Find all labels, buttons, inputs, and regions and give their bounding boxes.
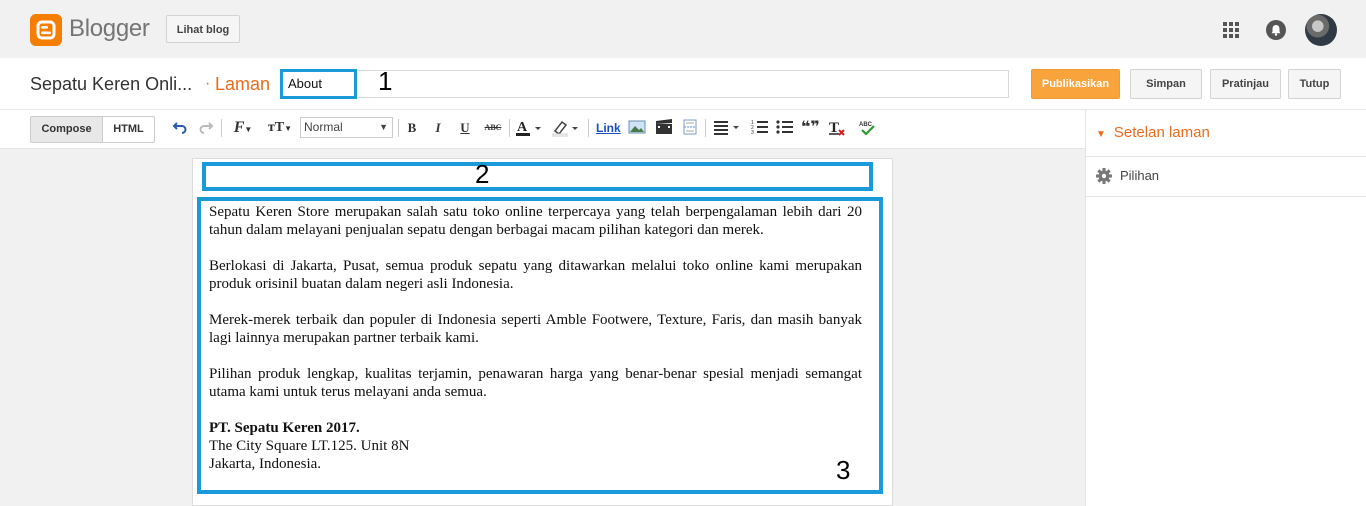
publish-button[interactable]: Publikasikan xyxy=(1031,69,1120,99)
avatar[interactable] xyxy=(1305,14,1337,46)
chevron-down-icon: ▼ xyxy=(379,122,388,132)
strikethrough-button[interactable]: ABC xyxy=(482,119,504,137)
undo-icon[interactable] xyxy=(171,119,189,137)
redo-icon[interactable] xyxy=(197,119,215,137)
gear-icon[interactable] xyxy=(1096,168,1112,184)
underline-button[interactable]: U xyxy=(457,119,473,137)
notifications-icon[interactable] xyxy=(1266,20,1286,40)
preview-button[interactable]: Pratinjau xyxy=(1210,69,1281,99)
page-title-input[interactable]: About xyxy=(280,69,357,99)
italic-button[interactable]: I xyxy=(430,119,446,137)
tab-html[interactable]: HTML xyxy=(102,116,155,143)
bold-button[interactable]: B xyxy=(404,119,420,137)
page-settings-header[interactable]: ▼ Setelan laman xyxy=(1096,124,1210,141)
svg-text:A: A xyxy=(517,120,528,135)
format-select[interactable]: Normal ▼ xyxy=(300,117,393,138)
image-icon[interactable] xyxy=(628,119,646,137)
apps-grid-icon[interactable] xyxy=(1222,21,1240,39)
toolbar-separator xyxy=(509,119,510,137)
jump-break-icon[interactable] xyxy=(681,119,699,137)
bullet-list-icon[interactable] xyxy=(776,119,794,137)
video-icon[interactable] xyxy=(655,119,673,137)
annotation-number-3: 3 xyxy=(836,455,851,485)
save-button[interactable]: Simpan xyxy=(1130,69,1202,99)
annotation-box-2 xyxy=(202,162,873,191)
font-size-icon[interactable]: тT▼ xyxy=(264,119,296,137)
font-family-icon[interactable]: F▼ xyxy=(228,119,258,137)
numbered-list-icon[interactable]: 123 xyxy=(751,119,769,137)
link-button[interactable]: Link xyxy=(596,119,621,137)
divider xyxy=(1086,196,1366,197)
text-color-icon[interactable]: A xyxy=(515,119,545,137)
format-select-value: Normal xyxy=(304,120,343,134)
divider xyxy=(1086,156,1366,157)
view-blog-button[interactable]: Lihat blog xyxy=(166,15,240,43)
svg-text:3: 3 xyxy=(751,130,754,135)
toolbar-separator xyxy=(588,119,589,137)
highlight-color-icon[interactable] xyxy=(552,119,582,137)
blogger-logo-icon[interactable] xyxy=(30,14,62,46)
blog-name: Sepatu Keren Onli... xyxy=(30,74,193,94)
page-settings-title: Setelan laman xyxy=(1113,124,1210,141)
align-icon[interactable] xyxy=(713,119,743,137)
app-name[interactable]: Blogger xyxy=(69,15,150,43)
close-button[interactable]: Tutup xyxy=(1288,69,1341,99)
toolbar-separator xyxy=(221,119,222,137)
annotation-box-3 xyxy=(197,197,883,494)
annotation-number-2: 2 xyxy=(475,159,490,189)
toolbar-separator xyxy=(398,119,399,137)
svg-text:ABC: ABC xyxy=(859,122,873,128)
quote-icon[interactable]: ❝❞ xyxy=(801,119,820,137)
annotation-number-1: 1 xyxy=(378,66,393,96)
clear-formatting-icon[interactable]: T xyxy=(828,119,846,137)
tab-compose[interactable]: Compose xyxy=(30,116,103,143)
breadcrumb-separator: · xyxy=(205,75,211,92)
caret-down-icon: ▼ xyxy=(1096,129,1106,140)
options-item[interactable]: Pilihan xyxy=(1120,168,1159,183)
section-label: Laman xyxy=(215,74,271,94)
toolbar-separator xyxy=(705,119,706,137)
spell-check-icon[interactable]: ABC xyxy=(858,119,878,137)
